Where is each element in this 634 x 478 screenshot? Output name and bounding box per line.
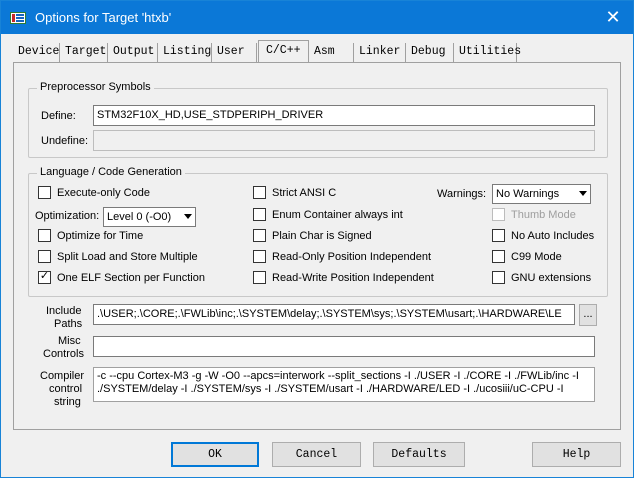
- help-button[interactable]: Help: [532, 442, 621, 467]
- compiler-string-line-2: ./SYSTEM/delay -I ./SYSTEM/sys -I ./SYST…: [97, 383, 564, 395]
- tab-utilities[interactable]: Utilities: [454, 43, 521, 62]
- one-elf-box[interactable]: ✓: [38, 270, 51, 284]
- preprocessor-group-title: Preprocessor Symbols: [37, 81, 154, 93]
- options-dialog: Options for Target 'htxb' ✕ Device Targe…: [0, 0, 634, 478]
- cancel-button[interactable]: Cancel: [272, 442, 361, 467]
- close-button[interactable]: ✕: [593, 1, 633, 34]
- rw-position-checkbox[interactable]: Read-Write Position Independent: [253, 271, 434, 284]
- tab-asm[interactable]: Asm: [309, 43, 354, 62]
- tab-output[interactable]: Output: [108, 43, 158, 62]
- gnu-extensions-checkbox[interactable]: GNU extensions: [492, 271, 591, 284]
- ro-position-checkbox[interactable]: Read-Only Position Independent: [253, 250, 431, 263]
- thumb-mode-box[interactable]: [492, 208, 505, 221]
- ok-button[interactable]: OK: [171, 442, 259, 467]
- no-auto-includes-checkbox[interactable]: No Auto Includes: [492, 229, 594, 242]
- tab-user[interactable]: User: [212, 43, 257, 62]
- misc-controls-label-2: Controls: [43, 348, 84, 360]
- execute-only-box[interactable]: [38, 186, 51, 199]
- compiler-string-label-1: Compiler: [40, 370, 85, 382]
- optimization-select[interactable]: Level 0 (-O0): [103, 207, 196, 227]
- optimize-time-checkbox[interactable]: Optimize for Time: [38, 229, 143, 242]
- compiler-string-label-3: string: [54, 396, 81, 408]
- strict-ansi-box[interactable]: [253, 186, 266, 199]
- optimization-value: Level 0 (-O0): [107, 211, 172, 223]
- no-auto-includes-box[interactable]: [492, 229, 505, 242]
- undefine-input[interactable]: [93, 130, 595, 151]
- checkmark-icon: ✓: [39, 270, 50, 282]
- warnings-select[interactable]: No Warnings: [492, 184, 591, 204]
- enum-container-checkbox[interactable]: Enum Container always int: [253, 208, 403, 221]
- tab-target[interactable]: Target: [60, 43, 108, 62]
- keil-app-icon: [10, 12, 26, 24]
- tab-listing[interactable]: Listing: [158, 43, 212, 62]
- undefine-label: Undefine:: [41, 135, 89, 147]
- enum-container-box[interactable]: [253, 208, 266, 221]
- enum-container-label: Enum Container always int: [272, 208, 403, 221]
- tab-c-cpp[interactable]: C/C++: [258, 40, 309, 63]
- one-elf-label: One ELF Section per Function: [57, 271, 205, 284]
- optimize-time-box[interactable]: [38, 229, 51, 242]
- dialog-title: Options for Target 'htxb': [35, 10, 172, 25]
- chevron-down-icon: [579, 191, 587, 196]
- c99-mode-box[interactable]: [492, 250, 505, 263]
- tab-linker[interactable]: Linker: [354, 43, 406, 62]
- no-auto-includes-label: No Auto Includes: [511, 229, 595, 242]
- split-load-box[interactable]: [38, 250, 51, 263]
- c99-mode-checkbox[interactable]: C99 Mode: [492, 250, 562, 263]
- include-paths-browse-button[interactable]: ...: [579, 304, 597, 326]
- optimize-time-label: Optimize for Time: [57, 229, 144, 242]
- thumb-mode-checkbox[interactable]: Thumb Mode: [492, 208, 576, 221]
- execute-only-label: Execute-only Code: [57, 186, 150, 199]
- define-input[interactable]: STM32F10X_HD,USE_STDPERIPH_DRIVER: [93, 105, 595, 126]
- warnings-label: Warnings:: [437, 188, 487, 200]
- c99-mode-label: C99 Mode: [511, 250, 562, 263]
- misc-controls-input[interactable]: [93, 336, 595, 357]
- ro-position-label: Read-Only Position Independent: [272, 250, 431, 263]
- optimization-label: Optimization:: [35, 210, 100, 222]
- strict-ansi-checkbox[interactable]: Strict ANSI C: [253, 186, 336, 199]
- misc-controls-label-1: Misc: [58, 335, 81, 347]
- tab-device[interactable]: Device: [13, 43, 60, 62]
- compiler-string-label-2: control: [49, 383, 83, 395]
- title-bar[interactable]: Options for Target 'htxb' ✕: [1, 1, 633, 34]
- defaults-button[interactable]: Defaults: [373, 442, 465, 467]
- plain-char-checkbox[interactable]: Plain Char is Signed: [253, 229, 372, 242]
- c-cpp-tab-page: Preprocessor Symbols Define: STM32F10X_H…: [13, 62, 621, 430]
- split-load-label: Split Load and Store Multiple: [57, 250, 198, 263]
- one-elf-checkbox[interactable]: ✓ One ELF Section per Function: [38, 270, 205, 284]
- codegen-group-title: Language / Code Generation: [37, 166, 185, 178]
- gnu-extensions-box[interactable]: [492, 271, 505, 284]
- chevron-down-icon: [184, 214, 192, 219]
- execute-only-checkbox[interactable]: Execute-only Code: [38, 186, 150, 199]
- rw-position-box[interactable]: [253, 271, 266, 284]
- compiler-string-line-1: -c --cpu Cortex-M3 -g -W -O0 --apcs=inte…: [97, 370, 579, 382]
- strict-ansi-label: Strict ANSI C: [272, 186, 337, 199]
- define-label: Define:: [41, 110, 76, 122]
- include-paths-input[interactable]: .\USER;.\CORE;.\FWLib\inc;.\SYSTEM\delay…: [93, 304, 575, 325]
- include-paths-label-2: Paths: [54, 318, 83, 330]
- warnings-value: No Warnings: [496, 188, 560, 200]
- include-paths-label-1: Include: [46, 305, 82, 317]
- gnu-extensions-label: GNU extensions: [511, 271, 592, 284]
- plain-char-box[interactable]: [253, 229, 266, 242]
- compiler-control-string[interactable]: -c --cpu Cortex-M3 -g -W -O0 --apcs=inte…: [93, 367, 595, 402]
- thumb-mode-label: Thumb Mode: [511, 208, 576, 221]
- plain-char-label: Plain Char is Signed: [272, 229, 372, 242]
- ro-position-box[interactable]: [253, 250, 266, 263]
- split-load-checkbox[interactable]: Split Load and Store Multiple: [38, 250, 198, 263]
- rw-position-label: Read-Write Position Independent: [272, 271, 434, 284]
- tab-debug[interactable]: Debug: [406, 43, 454, 62]
- close-icon: ✕: [605, 7, 621, 27]
